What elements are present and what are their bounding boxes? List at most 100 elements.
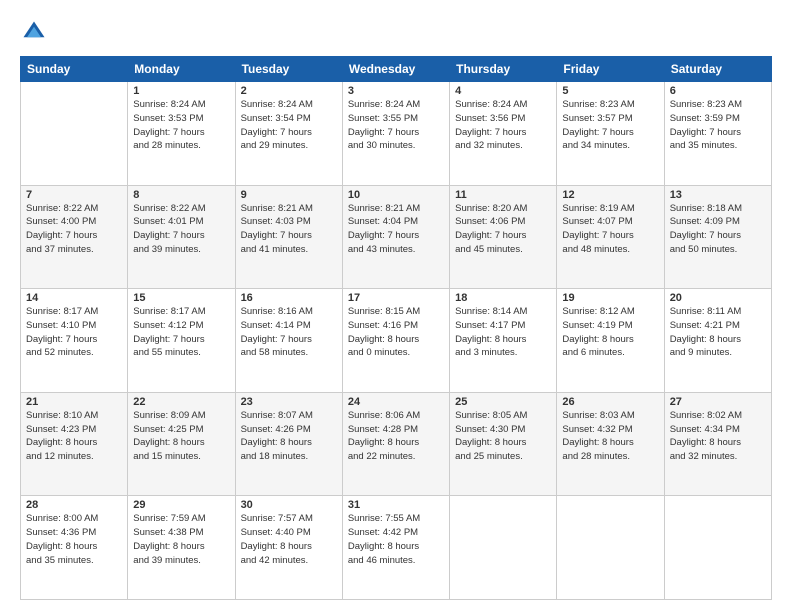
day-header-saturday: Saturday [664, 57, 771, 82]
day-info: Sunrise: 8:19 AMSunset: 4:07 PMDaylight:… [562, 202, 658, 257]
day-info: Sunrise: 8:24 AMSunset: 3:54 PMDaylight:… [241, 98, 337, 153]
day-number: 8 [133, 189, 229, 201]
day-cell: 4Sunrise: 8:24 AMSunset: 3:56 PMDaylight… [450, 82, 557, 186]
day-number: 19 [562, 292, 658, 304]
day-number: 26 [562, 396, 658, 408]
day-number: 13 [670, 189, 766, 201]
day-info: Sunrise: 8:16 AMSunset: 4:14 PMDaylight:… [241, 305, 337, 360]
header [20, 18, 772, 46]
calendar-table: SundayMondayTuesdayWednesdayThursdayFrid… [20, 56, 772, 600]
day-cell: 5Sunrise: 8:23 AMSunset: 3:57 PMDaylight… [557, 82, 664, 186]
day-cell: 20Sunrise: 8:11 AMSunset: 4:21 PMDayligh… [664, 289, 771, 393]
day-cell: 11Sunrise: 8:20 AMSunset: 4:06 PMDayligh… [450, 185, 557, 289]
day-number: 15 [133, 292, 229, 304]
day-number: 21 [26, 396, 122, 408]
day-cell: 14Sunrise: 8:17 AMSunset: 4:10 PMDayligh… [21, 289, 128, 393]
day-info: Sunrise: 8:00 AMSunset: 4:36 PMDaylight:… [26, 512, 122, 567]
day-info: Sunrise: 8:22 AMSunset: 4:00 PMDaylight:… [26, 202, 122, 257]
day-cell [450, 496, 557, 600]
day-header-monday: Monday [128, 57, 235, 82]
week-row-4: 21Sunrise: 8:10 AMSunset: 4:23 PMDayligh… [21, 392, 772, 496]
day-number: 7 [26, 189, 122, 201]
day-cell: 6Sunrise: 8:23 AMSunset: 3:59 PMDaylight… [664, 82, 771, 186]
day-cell: 29Sunrise: 7:59 AMSunset: 4:38 PMDayligh… [128, 496, 235, 600]
logo-icon [20, 18, 48, 46]
day-cell [557, 496, 664, 600]
day-cell: 7Sunrise: 8:22 AMSunset: 4:00 PMDaylight… [21, 185, 128, 289]
week-row-3: 14Sunrise: 8:17 AMSunset: 4:10 PMDayligh… [21, 289, 772, 393]
day-info: Sunrise: 8:23 AMSunset: 3:59 PMDaylight:… [670, 98, 766, 153]
day-cell: 18Sunrise: 8:14 AMSunset: 4:17 PMDayligh… [450, 289, 557, 393]
day-info: Sunrise: 8:15 AMSunset: 4:16 PMDaylight:… [348, 305, 444, 360]
day-info: Sunrise: 8:21 AMSunset: 4:03 PMDaylight:… [241, 202, 337, 257]
day-cell: 19Sunrise: 8:12 AMSunset: 4:19 PMDayligh… [557, 289, 664, 393]
day-cell: 26Sunrise: 8:03 AMSunset: 4:32 PMDayligh… [557, 392, 664, 496]
day-number: 22 [133, 396, 229, 408]
day-cell: 22Sunrise: 8:09 AMSunset: 4:25 PMDayligh… [128, 392, 235, 496]
day-info: Sunrise: 7:55 AMSunset: 4:42 PMDaylight:… [348, 512, 444, 567]
day-info: Sunrise: 7:59 AMSunset: 4:38 PMDaylight:… [133, 512, 229, 567]
day-cell: 17Sunrise: 8:15 AMSunset: 4:16 PMDayligh… [342, 289, 449, 393]
day-number: 5 [562, 85, 658, 97]
day-number: 31 [348, 499, 444, 511]
day-cell: 3Sunrise: 8:24 AMSunset: 3:55 PMDaylight… [342, 82, 449, 186]
day-info: Sunrise: 8:21 AMSunset: 4:04 PMDaylight:… [348, 202, 444, 257]
day-cell: 27Sunrise: 8:02 AMSunset: 4:34 PMDayligh… [664, 392, 771, 496]
day-cell: 30Sunrise: 7:57 AMSunset: 4:40 PMDayligh… [235, 496, 342, 600]
day-number: 28 [26, 499, 122, 511]
day-cell: 9Sunrise: 8:21 AMSunset: 4:03 PMDaylight… [235, 185, 342, 289]
day-cell [21, 82, 128, 186]
day-info: Sunrise: 8:22 AMSunset: 4:01 PMDaylight:… [133, 202, 229, 257]
day-info: Sunrise: 8:14 AMSunset: 4:17 PMDaylight:… [455, 305, 551, 360]
day-cell: 12Sunrise: 8:19 AMSunset: 4:07 PMDayligh… [557, 185, 664, 289]
day-info: Sunrise: 8:24 AMSunset: 3:53 PMDaylight:… [133, 98, 229, 153]
day-info: Sunrise: 8:07 AMSunset: 4:26 PMDaylight:… [241, 409, 337, 464]
day-number: 17 [348, 292, 444, 304]
day-number: 3 [348, 85, 444, 97]
day-info: Sunrise: 8:23 AMSunset: 3:57 PMDaylight:… [562, 98, 658, 153]
day-info: Sunrise: 8:03 AMSunset: 4:32 PMDaylight:… [562, 409, 658, 464]
logo [20, 18, 52, 46]
day-info: Sunrise: 8:17 AMSunset: 4:12 PMDaylight:… [133, 305, 229, 360]
day-cell: 13Sunrise: 8:18 AMSunset: 4:09 PMDayligh… [664, 185, 771, 289]
day-number: 10 [348, 189, 444, 201]
day-number: 4 [455, 85, 551, 97]
day-header-tuesday: Tuesday [235, 57, 342, 82]
day-info: Sunrise: 8:11 AMSunset: 4:21 PMDaylight:… [670, 305, 766, 360]
day-info: Sunrise: 7:57 AMSunset: 4:40 PMDaylight:… [241, 512, 337, 567]
day-number: 1 [133, 85, 229, 97]
day-number: 25 [455, 396, 551, 408]
day-number: 27 [670, 396, 766, 408]
day-number: 24 [348, 396, 444, 408]
day-info: Sunrise: 8:09 AMSunset: 4:25 PMDaylight:… [133, 409, 229, 464]
day-cell: 16Sunrise: 8:16 AMSunset: 4:14 PMDayligh… [235, 289, 342, 393]
day-number: 14 [26, 292, 122, 304]
day-number: 2 [241, 85, 337, 97]
day-cell: 15Sunrise: 8:17 AMSunset: 4:12 PMDayligh… [128, 289, 235, 393]
day-info: Sunrise: 8:02 AMSunset: 4:34 PMDaylight:… [670, 409, 766, 464]
week-row-2: 7Sunrise: 8:22 AMSunset: 4:00 PMDaylight… [21, 185, 772, 289]
week-row-1: 1Sunrise: 8:24 AMSunset: 3:53 PMDaylight… [21, 82, 772, 186]
week-row-5: 28Sunrise: 8:00 AMSunset: 4:36 PMDayligh… [21, 496, 772, 600]
day-cell: 25Sunrise: 8:05 AMSunset: 4:30 PMDayligh… [450, 392, 557, 496]
day-number: 11 [455, 189, 551, 201]
day-cell: 21Sunrise: 8:10 AMSunset: 4:23 PMDayligh… [21, 392, 128, 496]
day-info: Sunrise: 8:17 AMSunset: 4:10 PMDaylight:… [26, 305, 122, 360]
day-cell: 10Sunrise: 8:21 AMSunset: 4:04 PMDayligh… [342, 185, 449, 289]
day-header-thursday: Thursday [450, 57, 557, 82]
day-number: 6 [670, 85, 766, 97]
day-header-wednesday: Wednesday [342, 57, 449, 82]
day-cell: 31Sunrise: 7:55 AMSunset: 4:42 PMDayligh… [342, 496, 449, 600]
day-cell [664, 496, 771, 600]
day-info: Sunrise: 8:12 AMSunset: 4:19 PMDaylight:… [562, 305, 658, 360]
day-number: 18 [455, 292, 551, 304]
day-cell: 24Sunrise: 8:06 AMSunset: 4:28 PMDayligh… [342, 392, 449, 496]
day-info: Sunrise: 8:06 AMSunset: 4:28 PMDaylight:… [348, 409, 444, 464]
day-info: Sunrise: 8:20 AMSunset: 4:06 PMDaylight:… [455, 202, 551, 257]
day-number: 16 [241, 292, 337, 304]
day-info: Sunrise: 8:10 AMSunset: 4:23 PMDaylight:… [26, 409, 122, 464]
day-cell: 23Sunrise: 8:07 AMSunset: 4:26 PMDayligh… [235, 392, 342, 496]
page: SundayMondayTuesdayWednesdayThursdayFrid… [0, 0, 792, 612]
day-cell: 2Sunrise: 8:24 AMSunset: 3:54 PMDaylight… [235, 82, 342, 186]
header-row: SundayMondayTuesdayWednesdayThursdayFrid… [21, 57, 772, 82]
